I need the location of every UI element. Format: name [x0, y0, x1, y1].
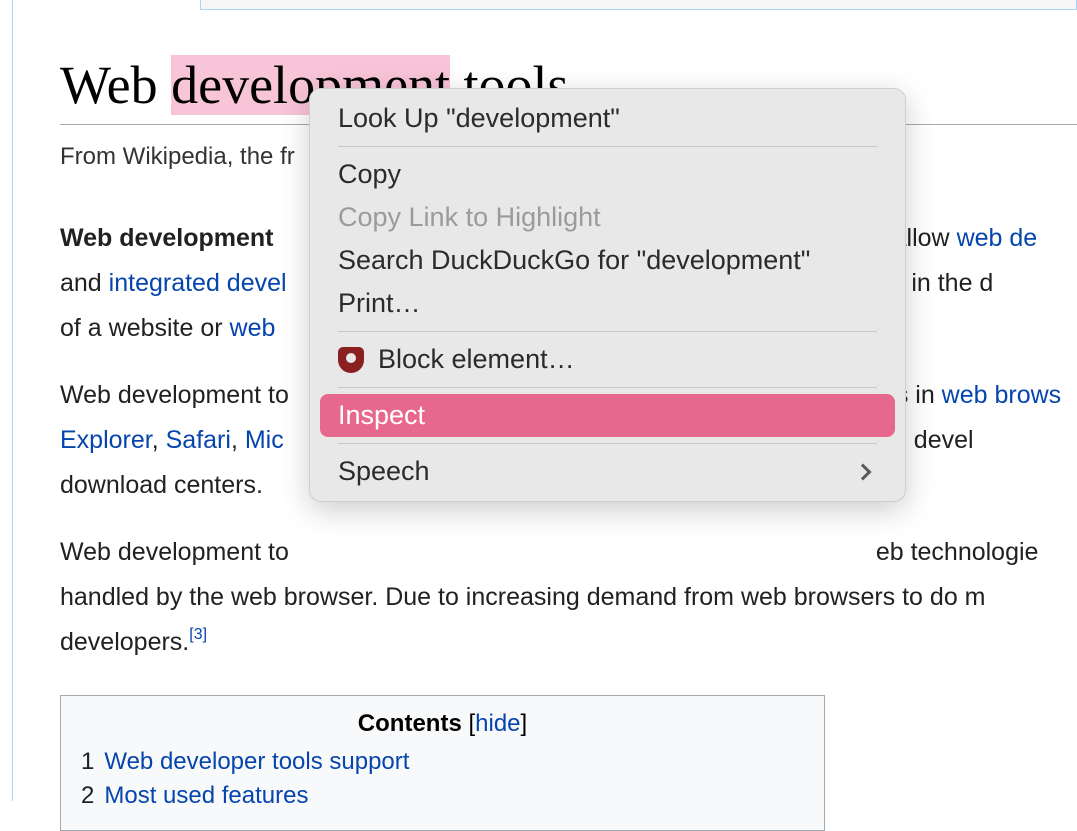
- para2-t4: download centers.: [60, 471, 263, 499]
- menu-speech-label: Speech: [338, 456, 430, 487]
- para3-t1: Web development to: [60, 538, 289, 566]
- para1-bold: Web development: [60, 224, 280, 252]
- link-explorer[interactable]: Explorer: [60, 426, 152, 454]
- chevron-right-icon: [855, 463, 872, 480]
- para1-t2: and: [60, 269, 109, 297]
- menu-copy-link-highlight: Copy Link to Highlight: [310, 196, 905, 239]
- toc-toggle[interactable]: hide: [475, 710, 520, 737]
- toc-link-2[interactable]: Most used features: [104, 782, 308, 809]
- menu-separator: [338, 331, 877, 332]
- toc-item-2: 2 Most used features: [81, 782, 804, 810]
- link-safari[interactable]: Safari: [166, 426, 231, 454]
- menu-copy[interactable]: Copy: [310, 153, 905, 196]
- link-web[interactable]: web: [230, 314, 276, 342]
- toc-num-2: 2: [81, 782, 94, 809]
- menu-speech[interactable]: Speech: [310, 450, 905, 493]
- toc-num-1: 1: [81, 748, 94, 775]
- context-menu: Look Up "development" Copy Copy Link to …: [309, 88, 906, 502]
- title-pre: Web: [60, 55, 171, 115]
- menu-separator: [338, 443, 877, 444]
- menu-separator: [338, 146, 877, 147]
- top-nav-area: [118, 0, 1077, 10]
- menu-look-up[interactable]: Look Up "development": [310, 97, 905, 140]
- link-integrated-devel[interactable]: integrated devel: [109, 269, 287, 297]
- menu-block-element[interactable]: Block element…: [310, 338, 905, 381]
- menu-inspect[interactable]: Inspect: [320, 394, 895, 437]
- menu-block-label: Block element…: [378, 344, 575, 375]
- table-of-contents: Contents [hide] 1 Web developer tools sup…: [60, 695, 825, 831]
- link-mic[interactable]: Mic: [245, 426, 284, 454]
- toc-title: Contents: [358, 710, 462, 737]
- link-web-brows[interactable]: web brows: [942, 381, 1062, 409]
- ublock-icon: [338, 347, 364, 373]
- para3-t2: eb technologie: [876, 538, 1039, 566]
- menu-search-duckduckgo[interactable]: Search DuckDuckGo for "development": [310, 239, 905, 282]
- top-tab-active[interactable]: [118, 0, 201, 10]
- reference-3[interactable]: [3]: [189, 626, 207, 643]
- toc-header: Contents [hide]: [81, 710, 804, 738]
- paragraph-3: Web development to eb technologie handle…: [60, 530, 1077, 665]
- para2-sep2: ,: [231, 426, 245, 454]
- page-left-border: [12, 0, 13, 801]
- para2-sep1: ,: [152, 426, 166, 454]
- link-web-de[interactable]: web de: [957, 224, 1038, 252]
- menu-separator: [338, 387, 877, 388]
- menu-print[interactable]: Print…: [310, 282, 905, 325]
- toc-bracket-close: ]: [521, 710, 528, 737]
- para1-t4: of a website or: [60, 314, 230, 342]
- para3-t3: handled by the web browser. Due to incre…: [60, 583, 986, 611]
- para3-t4: developers.: [60, 628, 189, 656]
- para2-t1: Web development to: [60, 381, 289, 409]
- toc-item-1: 1 Web developer tools support: [81, 748, 804, 776]
- toc-link-1[interactable]: Web developer tools support: [104, 748, 409, 775]
